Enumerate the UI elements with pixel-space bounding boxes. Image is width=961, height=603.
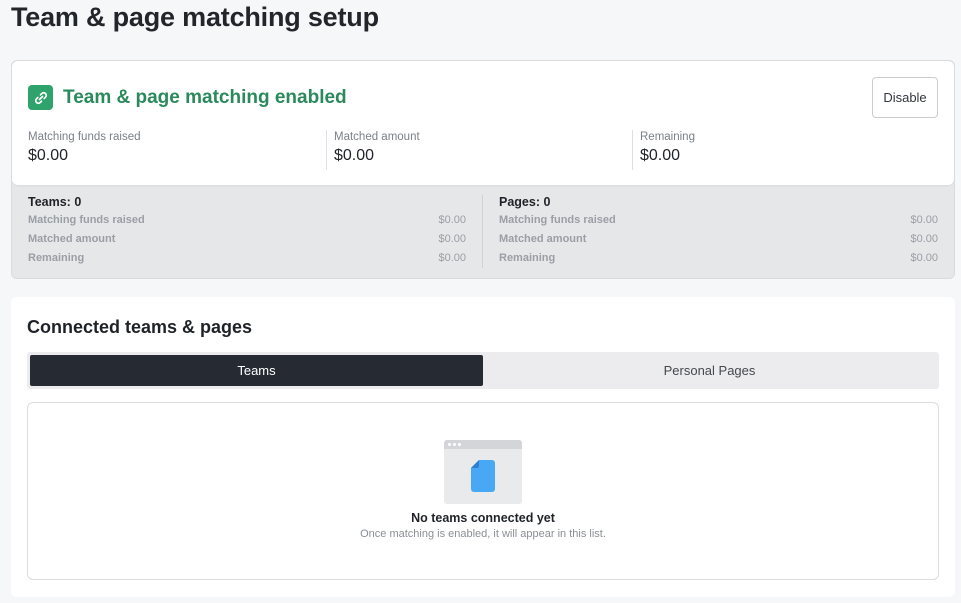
empty-state-subtitle: Once matching is enabled, it will appear… xyxy=(360,528,606,540)
summary-row: Remaining $0.00 xyxy=(499,252,938,266)
summary-row-label: Matched amount xyxy=(499,233,587,245)
window-dot xyxy=(448,443,451,446)
summary-row: Remaining $0.00 xyxy=(28,252,466,266)
summary-row: Matched amount $0.00 xyxy=(499,233,938,247)
summary-row: Matching funds raised $0.00 xyxy=(28,214,466,228)
summary-row-label: Matched amount xyxy=(28,233,116,245)
summary-row-value: $0.00 xyxy=(910,252,938,264)
status-overview: Team & page matching enabled Disable Mat… xyxy=(12,61,954,185)
metric-remaining: Remaining $0.00 xyxy=(640,131,695,171)
summary-row-value: $0.00 xyxy=(910,233,938,245)
window-dot xyxy=(458,443,461,446)
page-title: Team & page matching setup xyxy=(11,2,379,32)
summary-row-value: $0.00 xyxy=(438,214,466,226)
metric-value: $0.00 xyxy=(28,147,69,164)
empty-state: No teams connected yet Once matching is … xyxy=(27,402,939,580)
disable-button[interactable]: Disable xyxy=(872,77,938,118)
summary-row: Matched amount $0.00 xyxy=(28,233,466,247)
summary-row-value: $0.00 xyxy=(910,214,938,226)
summary-row-label: Matching funds raised xyxy=(28,214,145,226)
metric-value: $0.00 xyxy=(334,147,375,164)
teams-summary-heading: Teams: 0 xyxy=(28,195,82,209)
metric-label: Remaining xyxy=(640,131,695,143)
metric-label: Matching funds raised xyxy=(28,131,141,143)
tab-bar: Teams Personal Pages xyxy=(27,352,939,389)
summary-divider xyxy=(482,195,483,268)
window-dot xyxy=(453,443,456,446)
pages-summary-heading: Pages: 0 xyxy=(499,195,551,209)
summary-row-label: Remaining xyxy=(28,252,85,264)
connected-title: Connected teams & pages xyxy=(27,317,253,337)
empty-illustration xyxy=(444,440,522,504)
metric-value: $0.00 xyxy=(640,147,681,164)
link-icon xyxy=(28,85,53,110)
tab-teams[interactable]: Teams xyxy=(30,355,483,386)
pages-summary: Pages: 0 Matching funds raised $0.00 Mat… xyxy=(499,195,938,266)
metric-label: Matched amount xyxy=(334,131,420,143)
matching-status-card: Team & page matching enabled Disable Mat… xyxy=(11,60,955,279)
summary-row-value: $0.00 xyxy=(438,233,466,245)
document-icon xyxy=(471,460,495,492)
summary-row: Matching funds raised $0.00 xyxy=(499,214,938,228)
tab-personal-pages[interactable]: Personal Pages xyxy=(483,355,936,386)
summary-row-label: Remaining xyxy=(499,252,556,264)
summary-row-value: $0.00 xyxy=(438,252,466,264)
window-bar xyxy=(444,440,522,449)
metric-divider xyxy=(326,130,327,170)
metric-divider xyxy=(632,130,633,170)
teams-summary: Teams: 0 Matching funds raised $0.00 Mat… xyxy=(28,195,466,266)
summary-row-label: Matching funds raised xyxy=(499,214,616,226)
empty-state-title: No teams connected yet xyxy=(411,511,555,525)
metric-matched-amount: Matched amount $0.00 xyxy=(334,131,420,171)
connected-panel: Connected teams & pages Teams Personal P… xyxy=(11,297,955,597)
metric-matching-funds-raised: Matching funds raised $0.00 xyxy=(28,131,141,171)
status-title: Team & page matching enabled xyxy=(63,87,347,108)
